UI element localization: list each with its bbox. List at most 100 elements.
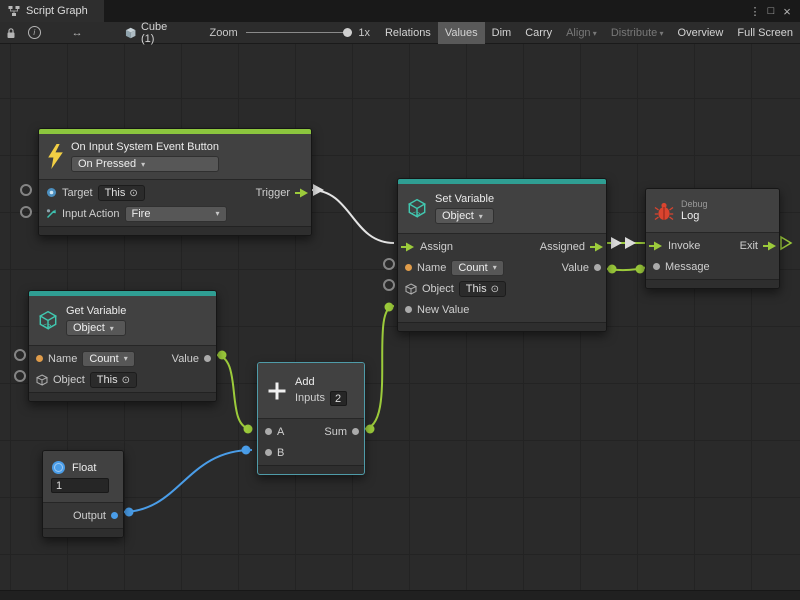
canvas-bottom-edge [0, 590, 800, 600]
exit-output-port[interactable] [763, 241, 777, 251]
window-controls: ⋮ □ × [747, 0, 800, 22]
port-label-value: Value [562, 262, 589, 274]
port-label-input-action: Input Action [62, 208, 120, 220]
dropdown-value: On Pressed [78, 158, 136, 170]
new-value-input-port[interactable] [405, 306, 412, 313]
wire-endpoint-dot [385, 303, 394, 312]
inputs-count-field[interactable]: 2 [330, 391, 347, 406]
node-footer [258, 465, 364, 474]
svg-text:<>: <> [43, 321, 52, 330]
target-object-chip[interactable]: This [98, 185, 145, 201]
port-label-a: A [277, 426, 284, 438]
svg-text:<>: <> [412, 209, 421, 218]
node-on-input-system-event[interactable]: On Input System Event Button On Pressed … [38, 128, 312, 236]
object-cube-icon [36, 374, 48, 386]
float-output-port[interactable] [111, 512, 118, 519]
tab-script-graph[interactable]: Script Graph [0, 0, 104, 22]
lightning-icon [47, 144, 64, 169]
setvar-name-outer-port[interactable] [383, 258, 395, 270]
chip-value: This [466, 283, 487, 295]
zoom-label: Zoom [210, 27, 238, 39]
node-title: Set Variable [435, 193, 494, 205]
overview-button[interactable]: Overview [671, 22, 731, 44]
relations-button[interactable]: Relations [378, 22, 438, 44]
invoke-input-port[interactable] [649, 241, 663, 251]
variable-scope-dropdown[interactable]: Object [435, 208, 494, 224]
chip-value: This [97, 374, 118, 386]
maximize-icon[interactable]: □ [763, 5, 779, 17]
wire-float-addB[interactable] [122, 450, 252, 512]
port-label-invoke: Invoke [668, 240, 700, 252]
node-debug-log[interactable]: Debug Log Invoke Exit [645, 188, 780, 289]
name-input-port[interactable] [36, 355, 43, 362]
dim-button[interactable]: Dim [485, 22, 519, 44]
info-icon[interactable]: i [23, 26, 46, 39]
dropdown-value: Count [458, 262, 487, 274]
value-output-port[interactable] [594, 264, 601, 271]
float-circle-icon [51, 460, 66, 475]
name-row: Name Count Value [398, 257, 606, 278]
variable-name-dropdown[interactable]: Count [82, 351, 134, 367]
port-label-assign: Assign [420, 241, 453, 253]
getvar-name-outer-port[interactable] [14, 349, 26, 361]
values-button[interactable]: Values [438, 22, 485, 44]
node-footer [398, 322, 606, 331]
port-label-object: Object [53, 374, 85, 386]
trigger-output-port[interactable] [295, 188, 309, 198]
object-chip[interactable]: This [90, 372, 137, 388]
graph-target[interactable]: Cube (1) [125, 21, 182, 45]
event-action-outer-port[interactable] [20, 206, 32, 218]
b-input-port[interactable] [265, 449, 272, 456]
a-input-port[interactable] [265, 428, 272, 435]
node-category: Debug [681, 199, 708, 209]
relations-arrows-icon[interactable]: ↔ [66, 27, 89, 39]
target-row: Target This Trigger [39, 182, 311, 203]
node-float[interactable]: Float 1 Output [42, 450, 124, 538]
event-mode-dropdown[interactable]: On Pressed [71, 156, 219, 172]
object-row: Object This [29, 369, 216, 390]
node-get-variable[interactable]: <> Get Variable Object Name Count [28, 290, 217, 402]
wire-sum-newvalue[interactable] [363, 306, 394, 429]
fullscreen-button[interactable]: Full Screen [730, 22, 800, 44]
port-label-target: Target [62, 187, 93, 199]
carry-button[interactable]: Carry [518, 22, 559, 44]
port-label-output: Output [73, 510, 106, 522]
variable-cube-icon: <> [406, 198, 428, 220]
sum-output-port[interactable] [352, 428, 359, 435]
assigned-output-port[interactable] [590, 242, 604, 252]
setvar-object-outer-port[interactable] [383, 279, 395, 291]
value-output-port[interactable] [204, 355, 211, 362]
port-label-message: Message [665, 261, 710, 273]
assign-input-port[interactable] [401, 242, 415, 252]
wire-getvalue-addA[interactable] [215, 355, 252, 429]
variable-cube-icon: <> [37, 310, 59, 332]
input-action-icon [46, 208, 57, 219]
node-footer [39, 226, 311, 235]
getvar-object-outer-port[interactable] [14, 370, 26, 382]
node-add[interactable]: Add Inputs 2 A Sum B [257, 362, 365, 475]
float-value-field[interactable]: 1 [51, 478, 109, 493]
close-icon[interactable]: × [779, 4, 795, 19]
distribute-button: Distribute [604, 22, 671, 44]
target-name: Cube (1) [141, 21, 182, 45]
event-target-outer-port[interactable] [20, 184, 32, 196]
object-chip[interactable]: This [459, 281, 506, 297]
lock-icon[interactable] [0, 27, 23, 39]
node-set-variable[interactable]: <> Set Variable Object Assign Assigned [397, 178, 607, 332]
message-input-port[interactable] [653, 263, 660, 270]
variable-scope-dropdown[interactable]: Object [66, 320, 126, 336]
object-picker-icon [122, 374, 130, 386]
graph-canvas[interactable]: On Input System Event Button On Pressed … [0, 44, 800, 600]
wire-trigger-assign[interactable] [311, 190, 394, 243]
menu-icon[interactable]: ⋮ [747, 5, 763, 18]
name-input-port[interactable] [405, 264, 412, 271]
wire-endpoint-dot [125, 508, 134, 517]
dropdown-value: Object [442, 210, 474, 222]
variable-name-dropdown[interactable]: Count [451, 260, 503, 276]
zoom-slider-handle[interactable] [343, 28, 352, 37]
target-port-icon [46, 187, 57, 198]
align-button: Align [559, 22, 604, 44]
port-label-exit: Exit [740, 240, 758, 252]
zoom-slider[interactable] [246, 28, 353, 38]
input-action-dropdown[interactable]: Fire [125, 206, 227, 222]
